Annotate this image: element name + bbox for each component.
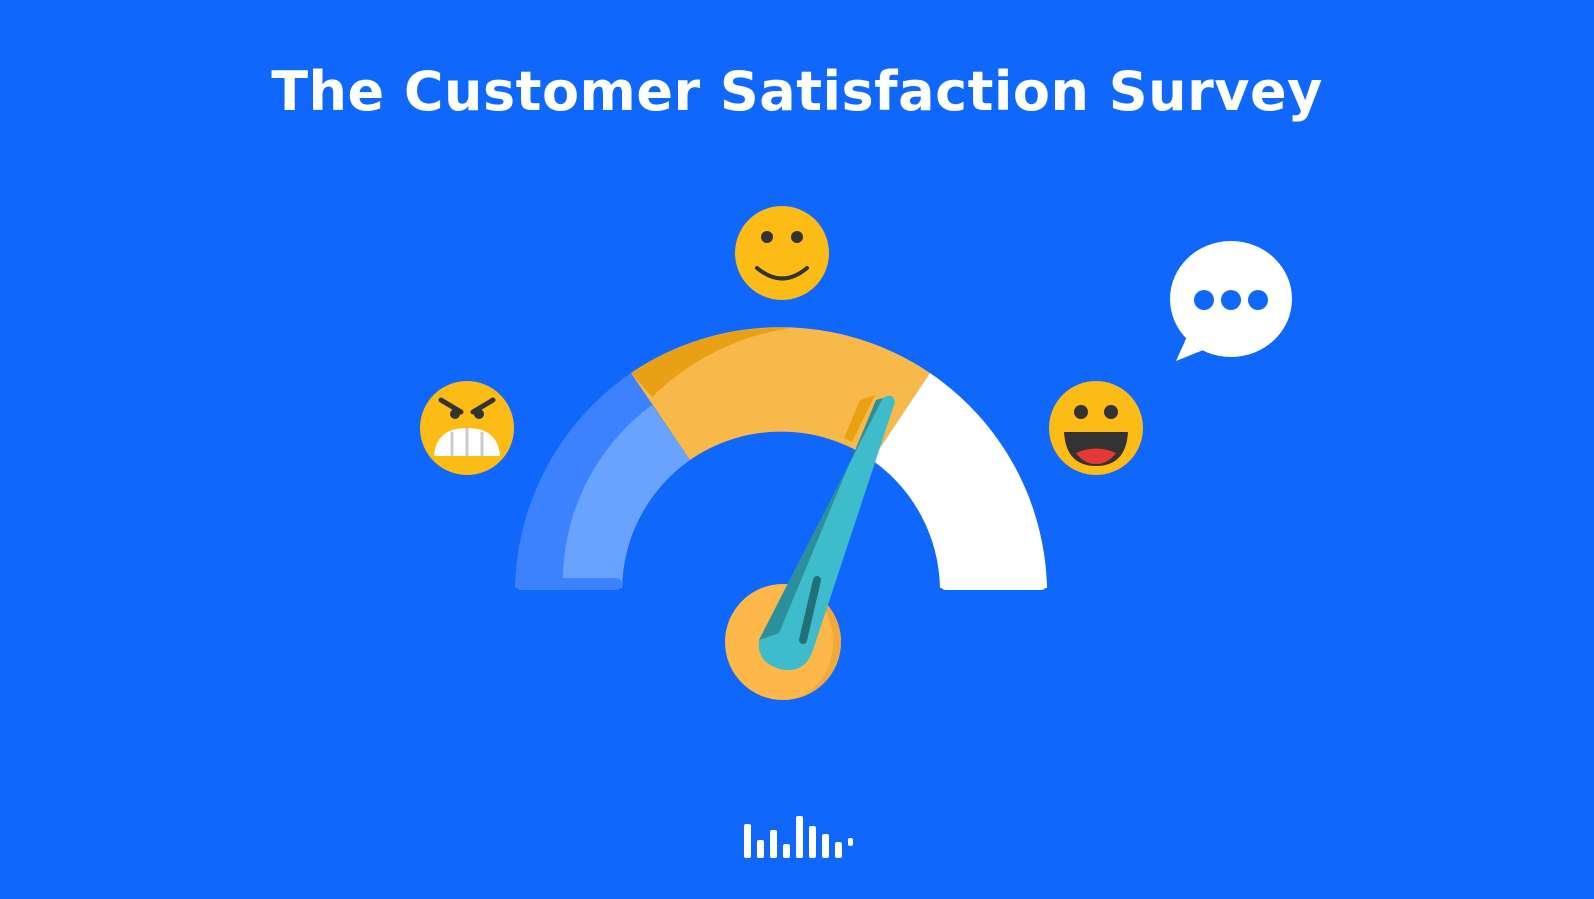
illustration [420, 206, 1292, 858]
laughing-face-icon [1049, 381, 1143, 475]
angry-face-icon [420, 381, 514, 475]
brand-logo-icon [744, 816, 853, 858]
chat-bubble-icon [1170, 241, 1292, 361]
smile-face-icon [735, 206, 829, 300]
